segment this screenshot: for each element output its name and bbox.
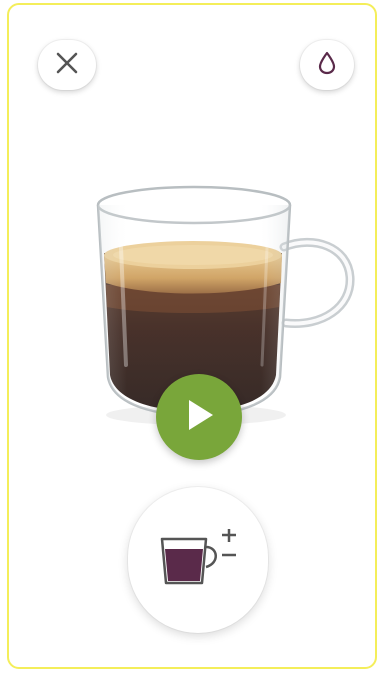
close-icon	[54, 50, 80, 81]
play-icon	[181, 396, 217, 439]
water-drop-icon	[317, 51, 337, 80]
water-button[interactable]	[300, 40, 354, 90]
cup-volume-adjust-icon	[156, 528, 240, 592]
play-button[interactable]	[156, 374, 242, 460]
close-button[interactable]	[38, 40, 96, 90]
volume-adjust-button[interactable]	[128, 487, 268, 633]
